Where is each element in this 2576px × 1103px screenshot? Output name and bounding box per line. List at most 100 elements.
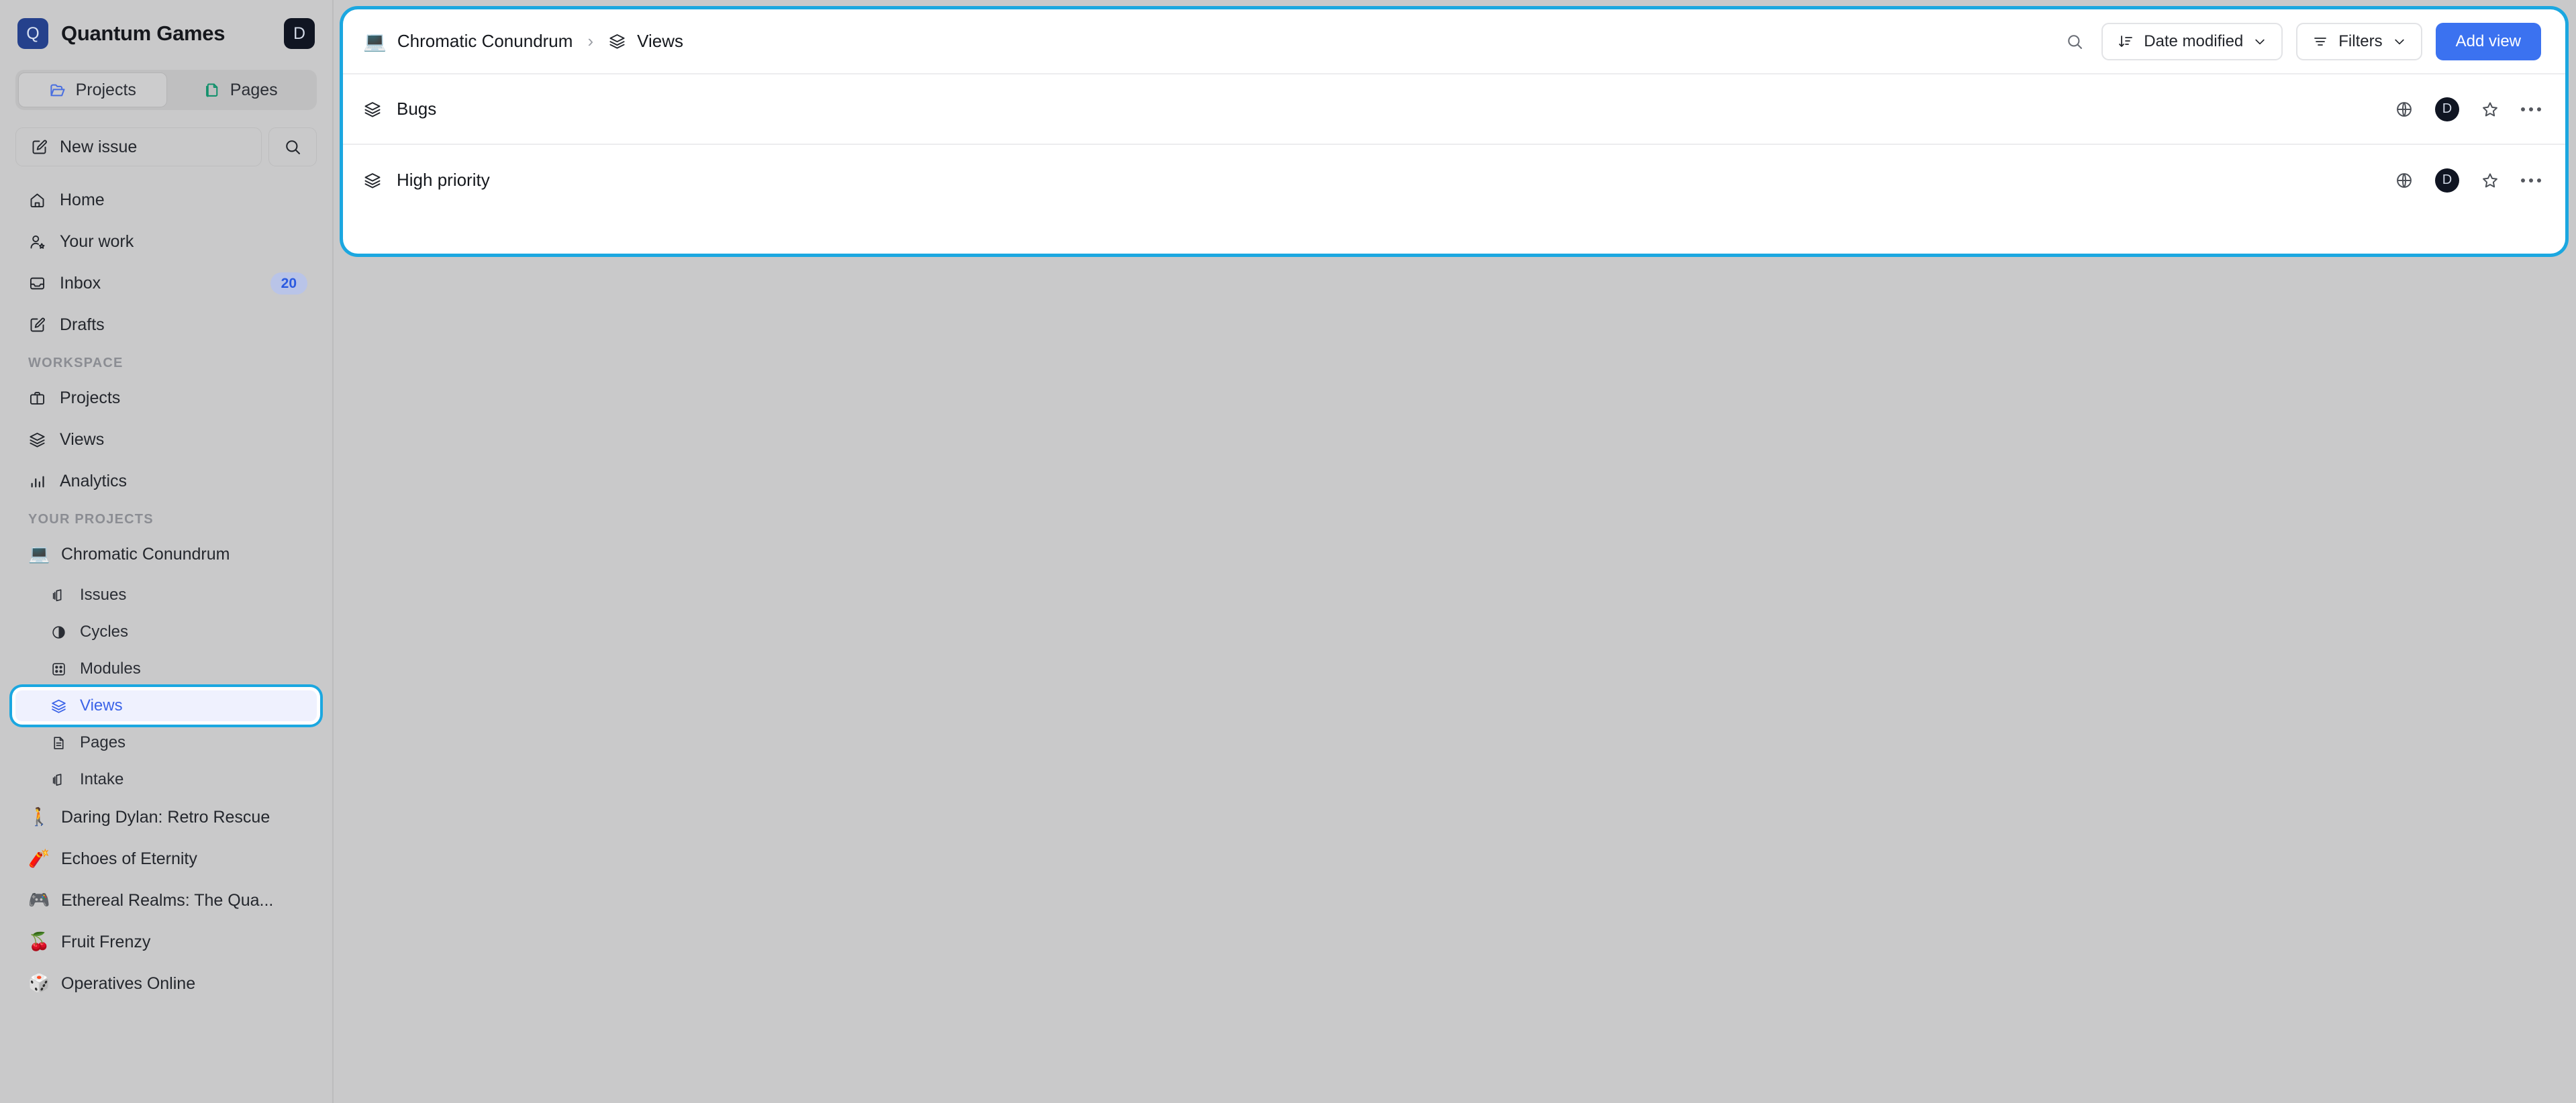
sort-descending-icon <box>2118 34 2134 50</box>
project-subitem-issues[interactable]: Issues <box>15 580 317 611</box>
star-icon[interactable] <box>2481 171 2499 190</box>
project-subitem-intake[interactable]: Intake <box>15 764 317 795</box>
view-row-actions: D <box>2395 97 2541 121</box>
project-item-label: Chromatic Conundrum <box>61 544 230 564</box>
project-subitem-label: Cycles <box>80 623 129 641</box>
sidebar-item-projects[interactable]: Projects <box>15 382 317 414</box>
filter-icon <box>2312 34 2328 50</box>
tab-projects-label: Projects <box>75 80 136 99</box>
project-item-echoes-of-eternity[interactable]: 🧨 Echoes of Eternity <box>15 843 317 875</box>
globe-icon[interactable] <box>2395 100 2414 119</box>
panel-header: 💻 Chromatic Conundrum › Views Date modif… <box>343 9 2565 74</box>
layers-icon <box>608 32 626 50</box>
project-subitem-label: Pages <box>80 733 126 751</box>
bar-chart-icon <box>28 472 46 490</box>
breadcrumb-project[interactable]: Chromatic Conundrum <box>397 31 573 52</box>
add-view-button[interactable]: Add view <box>2435 22 2541 60</box>
laptop-emoji-icon: 💻 <box>363 30 387 52</box>
home-icon <box>28 191 46 209</box>
main-content: 💻 Chromatic Conundrum › Views Date modif… <box>334 0 2576 1103</box>
sidebar-item-analytics[interactable]: Analytics <box>15 465 317 497</box>
project-item-operatives-online[interactable]: 🎲 Operatives Online <box>15 967 317 1000</box>
sidebar-item-drafts[interactable]: Drafts <box>15 309 317 341</box>
page-icon <box>50 735 67 751</box>
sidebar-actions: New issue <box>15 127 317 166</box>
view-row-bugs[interactable]: Bugs D <box>343 74 2565 145</box>
project-item-chromatic-conundrum[interactable]: 💻 Chromatic Conundrum <box>15 538 317 570</box>
walking-person-emoji-icon: 🚶 <box>28 807 50 827</box>
project-subitem-views[interactable]: Views <box>15 690 317 721</box>
sidebar-item-projects-label: Projects <box>60 388 121 407</box>
more-horizontal-icon[interactable] <box>2521 178 2541 182</box>
briefcase-icon <box>28 389 46 407</box>
search-icon <box>2065 32 2084 51</box>
tab-pages-label: Pages <box>230 80 278 99</box>
project-subitem-modules[interactable]: Modules <box>15 653 317 684</box>
views-panel: 💻 Chromatic Conundrum › Views Date modif… <box>343 9 2565 254</box>
cycle-icon <box>50 624 67 641</box>
view-row-name: High priority <box>397 170 490 190</box>
sidebar-item-drafts-label: Drafts <box>60 315 105 334</box>
project-subitem-label: Intake <box>80 770 124 788</box>
layers-icon <box>28 431 46 449</box>
sidebar-item-home-label: Home <box>60 190 105 209</box>
project-subitem-cycles[interactable]: Cycles <box>15 617 317 647</box>
workspace-section-label: WORKSPACE <box>28 356 123 370</box>
issues-icon <box>50 587 67 604</box>
video-game-emoji-icon: 🎮 <box>28 890 50 910</box>
user-avatar[interactable]: D <box>284 18 315 49</box>
copy-document-icon <box>203 81 221 99</box>
breadcrumb: 💻 Chromatic Conundrum › Views <box>363 30 683 52</box>
cherries-emoji-icon: 🍒 <box>28 932 50 952</box>
user-star-icon <box>28 233 46 251</box>
layers-icon <box>363 100 382 119</box>
workspace-name[interactable]: Quantum Games <box>61 21 225 46</box>
primary-nav: Home Your work Inbox 20 Drafts <box>0 184 332 341</box>
game-die-emoji-icon: 🎲 <box>28 974 50 994</box>
project-subitem-label: Issues <box>80 586 127 604</box>
sidebar: Q Quantum Games D Projects Pages New iss… <box>0 0 334 1103</box>
filters-dropdown[interactable]: Filters <box>2296 22 2422 60</box>
project-subitem-pages[interactable]: Pages <box>15 727 317 758</box>
more-horizontal-icon[interactable] <box>2521 107 2541 111</box>
avatar[interactable]: D <box>2435 97 2459 121</box>
filters-label: Filters <box>2338 32 2383 50</box>
project-item-label: Daring Dylan: Retro Rescue <box>61 807 270 827</box>
sidebar-search-button[interactable] <box>268 127 317 166</box>
tab-projects[interactable]: Projects <box>18 72 167 107</box>
search-icon <box>283 138 302 156</box>
breadcrumb-separator: › <box>587 31 594 51</box>
project-item-label: Ethereal Realms: The Qua... <box>61 890 274 910</box>
edit-square-icon <box>30 138 48 156</box>
firecracker-emoji-icon: 🧨 <box>28 849 50 869</box>
panel-search-button[interactable] <box>2061 28 2088 55</box>
tab-pages[interactable]: Pages <box>167 72 315 107</box>
layers-icon <box>363 171 382 190</box>
sort-dropdown[interactable]: Date modified <box>2101 22 2283 60</box>
project-item-label: Fruit Frenzy <box>61 932 151 951</box>
sidebar-item-your-work[interactable]: Your work <box>15 225 317 258</box>
star-icon[interactable] <box>2481 100 2499 119</box>
workspace-logo[interactable]: Q <box>17 18 48 49</box>
folder-open-icon <box>49 81 67 99</box>
globe-icon[interactable] <box>2395 171 2414 190</box>
avatar[interactable]: D <box>2435 168 2459 193</box>
sidebar-item-views[interactable]: Views <box>15 423 317 456</box>
sidebar-item-home[interactable]: Home <box>15 184 317 216</box>
sidebar-item-views-label: Views <box>60 429 105 449</box>
view-row-high-priority[interactable]: High priority D <box>343 145 2565 215</box>
chevron-down-icon <box>2253 35 2267 48</box>
project-item-ethereal-realms[interactable]: 🎮 Ethereal Realms: The Qua... <box>15 884 317 916</box>
project-item-fruit-frenzy[interactable]: 🍒 Fruit Frenzy <box>15 926 317 958</box>
sidebar-item-inbox[interactable]: Inbox 20 <box>15 267 317 299</box>
workspace-header: Q Quantum Games D <box>0 0 332 52</box>
new-issue-button[interactable]: New issue <box>15 127 262 166</box>
project-item-daring-dylan[interactable]: 🚶 Daring Dylan: Retro Rescue <box>15 801 317 833</box>
inbox-icon <box>28 274 46 293</box>
modules-icon <box>50 661 67 678</box>
intake-icon <box>50 772 67 788</box>
sidebar-item-inbox-label: Inbox <box>60 273 101 293</box>
new-issue-label: New issue <box>60 137 138 156</box>
inbox-badge: 20 <box>270 272 307 295</box>
breadcrumb-current: Views <box>637 31 683 51</box>
